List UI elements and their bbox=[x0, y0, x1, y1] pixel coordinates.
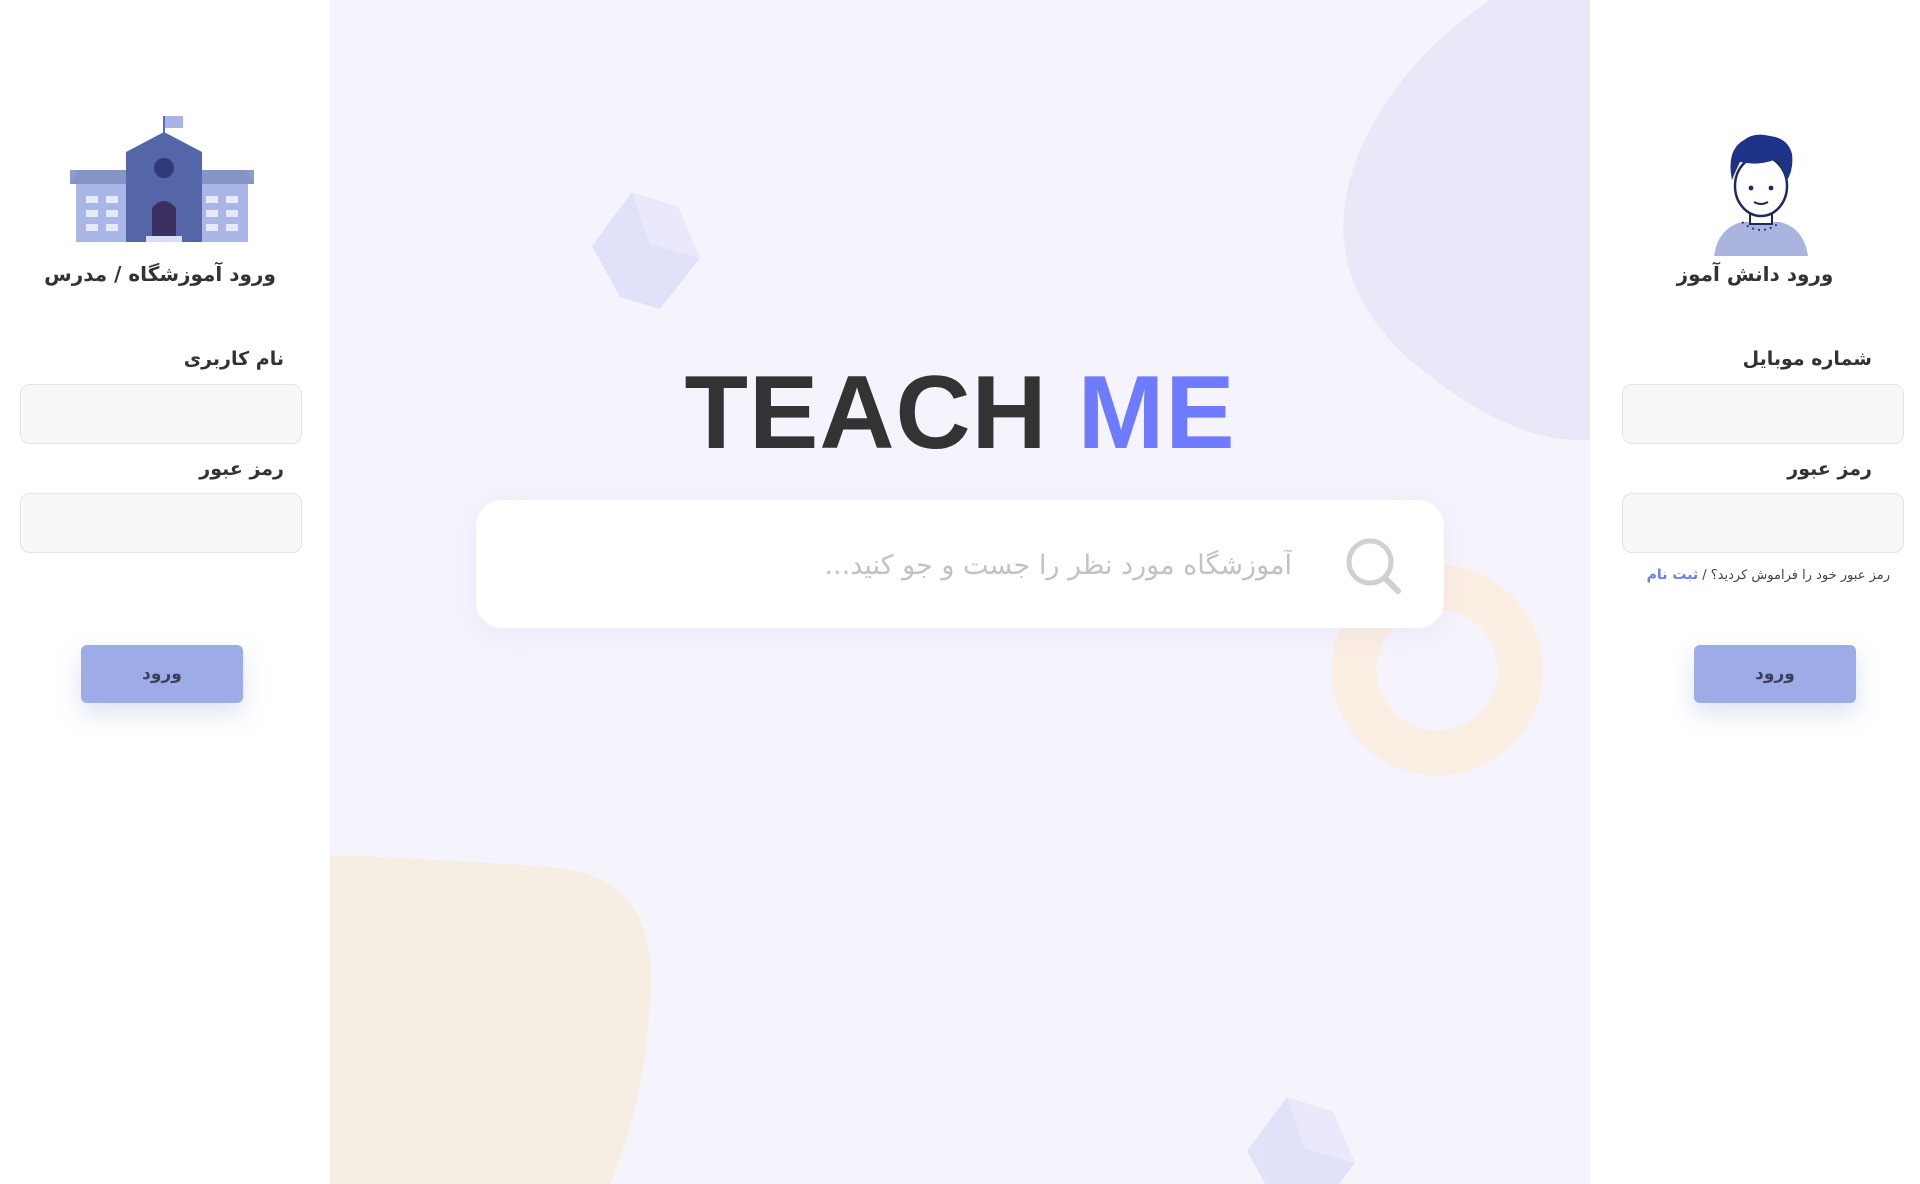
teacher-password-label: رمز عبور bbox=[199, 458, 284, 480]
forgot-password-link[interactable]: رمز عبور خود را فراموش کردید؟ / bbox=[1702, 568, 1890, 583]
school-building-icon bbox=[70, 116, 254, 242]
student-login-panel: ورود دانش آموز شماره موبایل رمز عبور رمز… bbox=[1590, 0, 1920, 1184]
username-label: نام کاربری bbox=[183, 348, 284, 370]
student-avatar-icon bbox=[1714, 134, 1808, 256]
logo-part-me: ME bbox=[1077, 355, 1236, 471]
teach-me-logo: TEACH ME bbox=[330, 358, 1590, 468]
mobile-input[interactable] bbox=[1622, 384, 1904, 444]
teacher-login-button[interactable]: ورود bbox=[81, 645, 243, 703]
student-password-input[interactable] bbox=[1622, 493, 1904, 553]
search-box bbox=[476, 500, 1444, 628]
student-panel-title: ورود دانش آموز bbox=[1676, 262, 1834, 286]
logo-part-teach: TEACH bbox=[684, 355, 1048, 471]
student-login-button[interactable]: ورود bbox=[1694, 645, 1856, 703]
mobile-label: شماره موبایل bbox=[1742, 348, 1872, 370]
teacher-panel-title: ورود آموزشگاه / مدرس bbox=[44, 262, 276, 286]
hero-area: TEACH ME bbox=[330, 0, 1590, 1184]
student-password-label: رمز عبور bbox=[1787, 458, 1872, 480]
forgot-password-row: رمز عبور خود را فراموش کردید؟ / ثبت نام bbox=[1647, 567, 1890, 583]
teacher-password-input[interactable] bbox=[20, 493, 302, 553]
search-input[interactable] bbox=[770, 534, 1294, 596]
search-icon[interactable] bbox=[1344, 536, 1404, 596]
signup-link[interactable]: ثبت نام bbox=[1647, 567, 1698, 583]
username-input[interactable] bbox=[20, 384, 302, 444]
teacher-login-panel: ورود آموزشگاه / مدرس نام کاربری رمز عبور… bbox=[0, 0, 330, 1184]
